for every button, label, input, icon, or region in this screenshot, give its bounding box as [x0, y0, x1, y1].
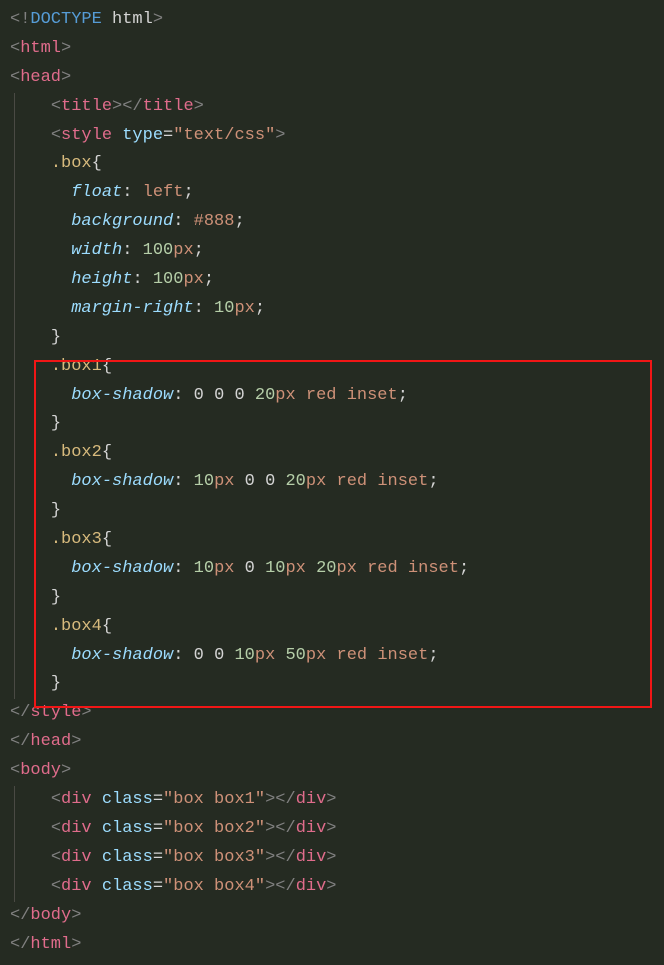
selector-box4: .box4	[51, 617, 102, 636]
code-line: <div class="box box3"></div>	[10, 844, 654, 873]
code-line: box-shadow: 0 0 10px 50px red inset;	[10, 642, 654, 671]
code-line: <!DOCTYPE html>	[10, 6, 654, 35]
code-line: <div class="box box4"></div>	[10, 873, 654, 902]
code-line: }	[10, 324, 654, 353]
code-line: </html>	[10, 931, 654, 960]
code-line: }	[10, 410, 654, 439]
code-line: <html>	[10, 35, 654, 64]
code-line: <div class="box box1"></div>	[10, 786, 654, 815]
code-line: margin-right: 10px;	[10, 295, 654, 324]
code-line: height: 100px;	[10, 266, 654, 295]
code-line: </style>	[10, 699, 654, 728]
doctype-arg: html	[112, 10, 153, 29]
tag-title: title	[61, 97, 112, 116]
code-line: <title></title>	[10, 93, 654, 122]
code-line: <div class="box box2"></div>	[10, 815, 654, 844]
code-line: box-shadow: 10px 0 0 20px red inset;	[10, 468, 654, 497]
code-line: }	[10, 670, 654, 699]
attr-type: type	[122, 126, 163, 145]
code-line: width: 100px;	[10, 237, 654, 266]
code-line: .box4{	[10, 613, 654, 642]
tag-body: body	[20, 761, 61, 780]
code-line: float: left;	[10, 179, 654, 208]
punct-angle: >	[153, 10, 163, 29]
code-line: box-shadow: 0 0 0 20px red inset;	[10, 382, 654, 411]
code-line: }	[10, 584, 654, 613]
code-line: .box1{	[10, 353, 654, 382]
selector-box2: .box2	[51, 443, 102, 462]
doctype-keyword: DOCTYPE	[30, 10, 101, 29]
code-line: .box{	[10, 150, 654, 179]
code-line: box-shadow: 10px 0 10px 20px red inset;	[10, 555, 654, 584]
tag-style: style	[61, 126, 112, 145]
code-line: <head>	[10, 64, 654, 93]
punct-angle: <!	[10, 10, 30, 29]
code-line: .box3{	[10, 526, 654, 555]
tag-html: html	[20, 39, 61, 58]
attr-value: "text/css"	[173, 126, 275, 145]
code-line: .box2{	[10, 439, 654, 468]
code-line: </body>	[10, 902, 654, 931]
selector-box: .box	[51, 154, 92, 173]
code-editor[interactable]: <!DOCTYPE html> <html> <head> <title></t…	[10, 6, 654, 959]
code-line: background: #888;	[10, 208, 654, 237]
tag-head: head	[20, 68, 61, 87]
code-line: }	[10, 497, 654, 526]
code-line: <body>	[10, 757, 654, 786]
code-line: <style type="text/css">	[10, 122, 654, 151]
selector-box1: .box1	[51, 357, 102, 376]
selector-box3: .box3	[51, 530, 102, 549]
code-line: </head>	[10, 728, 654, 757]
